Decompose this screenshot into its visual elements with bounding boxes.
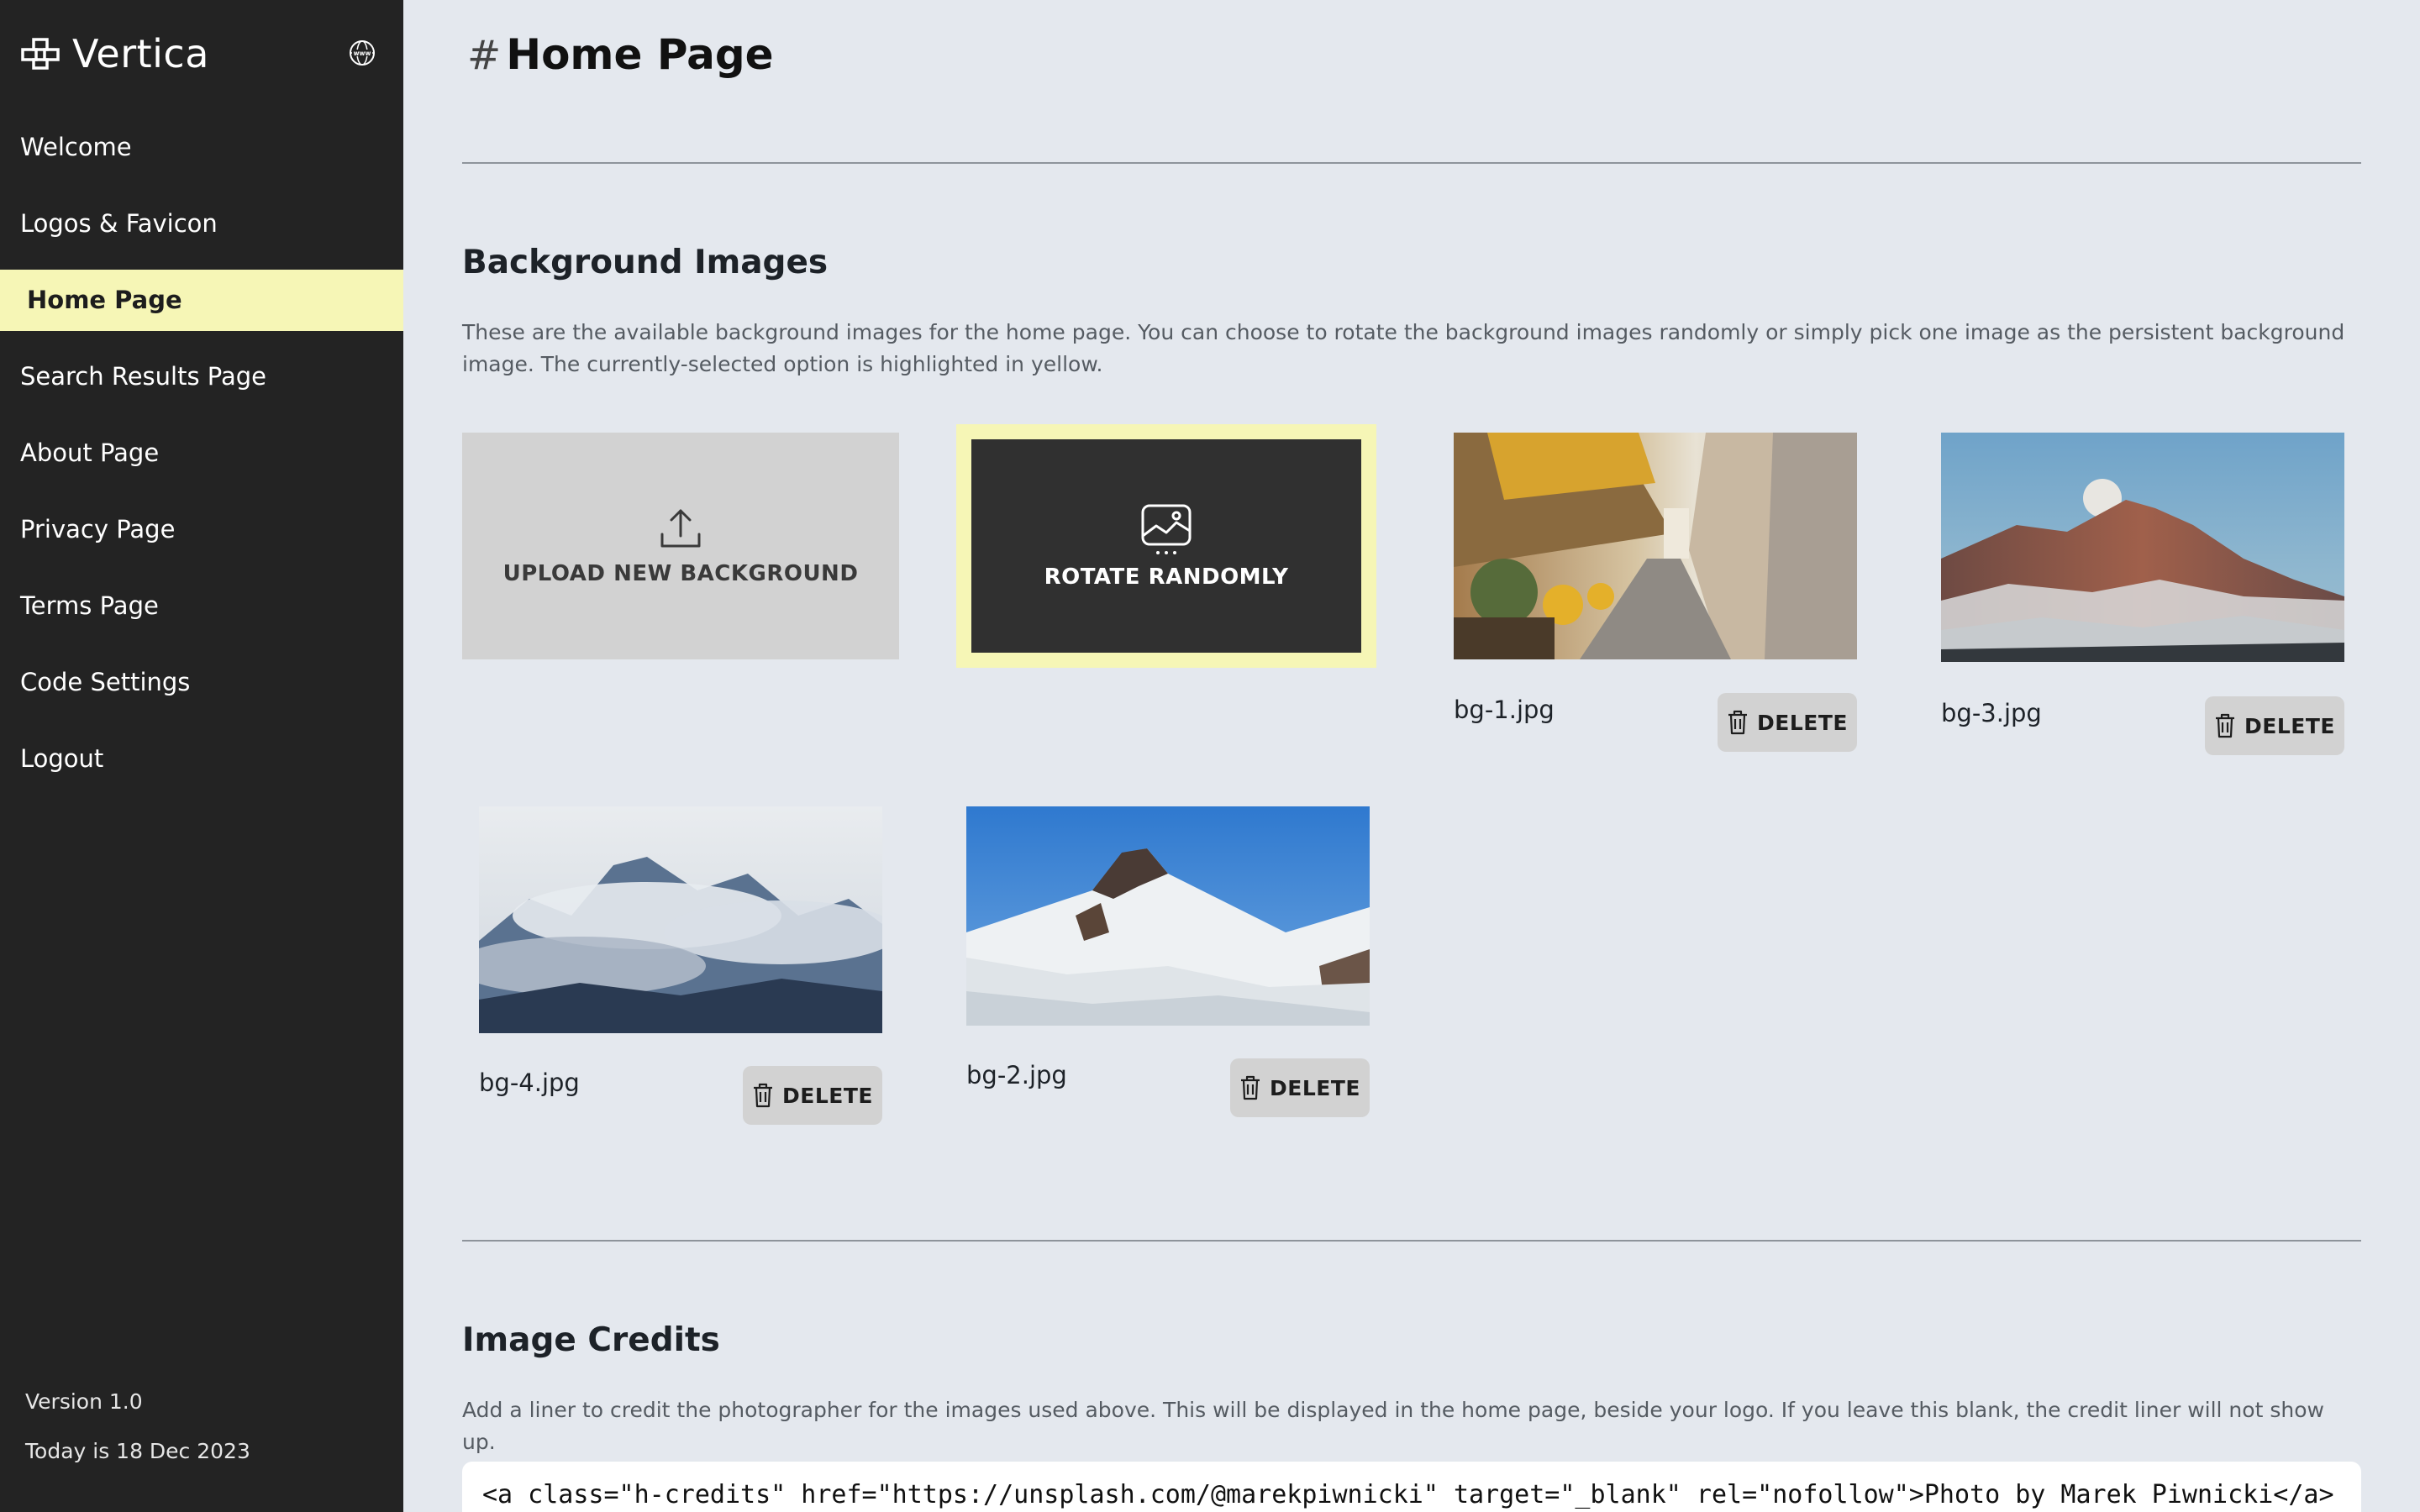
background-image-thumbnail[interactable]: [1941, 433, 2344, 662]
delete-label: DELETE: [782, 1083, 873, 1108]
brand-name: Vertica: [72, 31, 209, 76]
image-credits-input[interactable]: <a class="h-credits" href="https://unspl…: [462, 1462, 2361, 1512]
vertica-logo-icon: [21, 38, 60, 70]
brand[interactable]: Vertica: [20, 30, 209, 77]
background-filename: bg-1.jpg: [1454, 696, 1555, 724]
sidebar-item-about-page[interactable]: About Page: [0, 423, 403, 484]
sidebar-item-search-results-page[interactable]: Search Results Page: [0, 346, 403, 407]
background-images-description: These are the available background image…: [462, 320, 2345, 376]
divider: [462, 162, 2361, 164]
sidebar-item-privacy-page[interactable]: Privacy Page: [0, 499, 403, 560]
version-text: Version 1.0: [25, 1389, 143, 1414]
sidebar-item-logos-favicon[interactable]: Logos & Favicon: [0, 193, 403, 255]
rotate-randomly-button[interactable]: ROTATE RANDOMLY: [956, 424, 1376, 668]
sidebar-item-home-page[interactable]: Home Page: [0, 270, 403, 331]
background-image-thumbnail[interactable]: [966, 806, 1370, 1026]
delete-label: DELETE: [1757, 710, 1848, 735]
delete-button[interactable]: DELETE: [1230, 1058, 1370, 1117]
page-title: # Home Page: [467, 30, 774, 79]
sidebar-item-terms-page[interactable]: Terms Page: [0, 575, 403, 637]
image-rotate-icon: [1141, 504, 1192, 554]
sidebar-item-logout[interactable]: Logout: [0, 728, 403, 790]
background-image-thumbnail[interactable]: [479, 806, 882, 1033]
background-image-thumbnail[interactable]: [1454, 433, 1857, 659]
image-credits-description: Add a liner to credit the photographer f…: [462, 1398, 2324, 1454]
sidebar-item-code-settings[interactable]: Code Settings: [0, 652, 403, 713]
trash-icon: [2216, 713, 2235, 738]
sidebar-item-welcome[interactable]: Welcome: [0, 117, 403, 178]
page-title-text: Home Page: [506, 30, 774, 79]
background-filename: bg-4.jpg: [479, 1068, 580, 1097]
trash-icon: [754, 1083, 773, 1108]
upload-icon: [660, 509, 701, 548]
upload-label: UPLOAD NEW BACKGROUND: [502, 561, 859, 586]
upload-new-background-button[interactable]: UPLOAD NEW BACKGROUND: [462, 433, 899, 659]
sidebar: Vertica www Welcome Logos & Favicon Home…: [0, 0, 403, 1512]
image-credits-title: Image Credits: [462, 1321, 720, 1359]
today-date-text: Today is 18 Dec 2023: [25, 1439, 250, 1463]
main-content: # Home Page Background Images These are t…: [403, 0, 2420, 1512]
delete-label: DELETE: [1270, 1075, 1360, 1100]
background-filename: bg-3.jpg: [1941, 699, 2042, 727]
sidebar-nav: Welcome Logos & Favicon Home Page Search…: [0, 117, 403, 805]
delete-label: DELETE: [2244, 713, 2335, 738]
trash-icon: [1728, 710, 1748, 735]
background-filename: bg-2.jpg: [966, 1061, 1067, 1089]
divider: [462, 1240, 2361, 1242]
globe-www-icon[interactable]: www: [348, 39, 376, 67]
delete-button[interactable]: DELETE: [743, 1066, 882, 1125]
trash-icon: [1241, 1075, 1260, 1100]
delete-button[interactable]: DELETE: [2205, 696, 2344, 755]
hash-icon: #: [467, 32, 502, 79]
delete-button[interactable]: DELETE: [1718, 693, 1857, 752]
rotate-label: ROTATE RANDOMLY: [1044, 564, 1289, 590]
background-images-title: Background Images: [462, 244, 829, 281]
svg-text:www: www: [354, 50, 371, 57]
